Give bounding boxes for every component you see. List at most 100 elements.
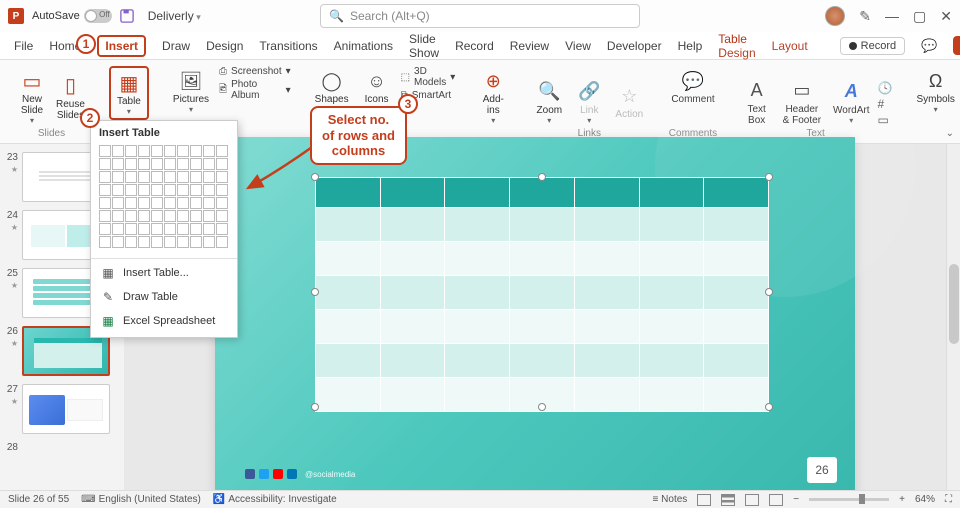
grid-cell[interactable]	[177, 184, 189, 196]
grid-cell[interactable]	[99, 145, 111, 157]
grid-cell[interactable]	[190, 158, 202, 170]
grid-cell[interactable]	[177, 223, 189, 235]
tab-insert[interactable]: Insert	[97, 35, 146, 57]
selection-handle[interactable]	[765, 288, 773, 296]
reading-view-icon[interactable]	[745, 494, 759, 506]
grid-cell[interactable]	[216, 197, 228, 209]
grid-cell[interactable]	[164, 158, 176, 170]
autosave-toggle[interactable]	[84, 9, 112, 23]
grid-cell[interactable]	[190, 236, 202, 248]
tab-transitions[interactable]: Transitions	[259, 39, 317, 53]
grid-cell[interactable]	[151, 197, 163, 209]
link-button[interactable]: 🔗Link▾	[571, 77, 607, 127]
grid-cell[interactable]	[99, 171, 111, 183]
tab-record[interactable]: Record	[455, 39, 494, 53]
grid-cell[interactable]	[190, 184, 202, 196]
grid-cell[interactable]	[151, 184, 163, 196]
grid-cell[interactable]	[112, 197, 124, 209]
slide-indicator[interactable]: Slide 26 of 55	[8, 494, 69, 505]
grid-cell[interactable]	[216, 184, 228, 196]
thumbnail-27[interactable]	[22, 384, 110, 434]
normal-view-icon[interactable]	[697, 494, 711, 506]
tab-slideshow[interactable]: Slide Show	[409, 32, 439, 60]
tab-review[interactable]: Review	[510, 39, 549, 53]
grid-cell[interactable]	[112, 171, 124, 183]
grid-cell[interactable]	[190, 210, 202, 222]
grid-cell[interactable]	[190, 171, 202, 183]
symbols-button[interactable]: ΩSymbols▾	[912, 66, 958, 116]
grid-cell[interactable]	[216, 223, 228, 235]
grid-cell[interactable]	[138, 197, 150, 209]
grid-cell[interactable]	[151, 223, 163, 235]
selection-handle[interactable]	[538, 403, 546, 411]
zoom-in-button[interactable]: +	[899, 494, 905, 505]
grid-cell[interactable]	[125, 223, 137, 235]
grid-cell[interactable]	[138, 184, 150, 196]
grid-cell[interactable]	[164, 236, 176, 248]
table-button[interactable]: ▦Table▾	[109, 66, 149, 120]
minimize-button[interactable]: —	[885, 8, 899, 24]
slide-canvas[interactable]: 26 @socialmedia	[124, 144, 946, 490]
grid-cell[interactable]	[203, 171, 215, 183]
grid-cell[interactable]	[177, 210, 189, 222]
grid-cell[interactable]	[151, 171, 163, 183]
grid-cell[interactable]	[164, 184, 176, 196]
grid-cell[interactable]	[151, 158, 163, 170]
ribbon-collapse-button[interactable]: ⌄	[946, 128, 954, 139]
grid-cell[interactable]	[203, 158, 215, 170]
grid-cell[interactable]	[216, 158, 228, 170]
sorter-view-icon[interactable]	[721, 494, 735, 506]
grid-cell[interactable]	[216, 236, 228, 248]
excel-spreadsheet-item[interactable]: ▦Excel Spreadsheet	[91, 309, 237, 333]
slide-table[interactable]	[315, 177, 769, 412]
tab-file[interactable]: File	[14, 39, 33, 53]
fit-window-button[interactable]: ⛶	[945, 494, 952, 505]
grid-cell[interactable]	[190, 223, 202, 235]
grid-cell[interactable]	[125, 197, 137, 209]
grid-cell[interactable]	[203, 210, 215, 222]
tab-developer[interactable]: Developer	[607, 39, 662, 53]
grid-cell[interactable]	[125, 236, 137, 248]
grid-cell[interactable]	[164, 171, 176, 183]
grid-cell[interactable]	[151, 236, 163, 248]
maximize-button[interactable]: ▢	[913, 8, 926, 25]
table-size-grid[interactable]	[91, 143, 237, 256]
selection-handle[interactable]	[311, 173, 319, 181]
tab-help[interactable]: Help	[678, 39, 703, 53]
grid-cell[interactable]	[203, 145, 215, 157]
grid-cell[interactable]	[177, 236, 189, 248]
save-icon[interactable]	[120, 9, 134, 23]
grid-cell[interactable]	[177, 158, 189, 170]
grid-cell[interactable]	[177, 197, 189, 209]
3d-models-button[interactable]: ⬚3D Models▾	[401, 66, 456, 88]
search-input[interactable]: 🔍 Search (Alt+Q)	[320, 4, 640, 28]
grid-cell[interactable]	[203, 223, 215, 235]
draw-table-item[interactable]: ✎Draw Table	[91, 285, 237, 309]
tab-view[interactable]: View	[565, 39, 591, 53]
grid-cell[interactable]	[138, 145, 150, 157]
addins-button[interactable]: ⊕Add- ins▾	[475, 66, 511, 127]
new-slide-button[interactable]: ▭New Slide▾	[14, 66, 50, 127]
comments-icon[interactable]: 💬	[921, 38, 937, 54]
grid-cell[interactable]	[190, 145, 202, 157]
photo-album-button[interactable]: 🖻Photo Album▾	[219, 79, 291, 101]
selection-handle[interactable]	[765, 173, 773, 181]
autosave-control[interactable]: AutoSave	[32, 9, 112, 23]
grid-cell[interactable]	[125, 210, 137, 222]
grid-cell[interactable]	[112, 210, 124, 222]
close-button[interactable]: ✕	[940, 8, 952, 25]
grid-cell[interactable]	[125, 171, 137, 183]
grid-cell[interactable]	[112, 145, 124, 157]
grid-cell[interactable]	[203, 236, 215, 248]
selection-handle[interactable]	[538, 173, 546, 181]
vertical-scrollbar[interactable]	[946, 144, 960, 490]
grid-cell[interactable]	[138, 210, 150, 222]
zoom-button[interactable]: 🔍Zoom▾	[531, 77, 567, 127]
zoom-slider[interactable]	[809, 498, 889, 501]
zoom-level[interactable]: 64%	[915, 494, 935, 505]
grid-cell[interactable]	[138, 171, 150, 183]
grid-cell[interactable]	[216, 145, 228, 157]
selection-handle[interactable]	[765, 403, 773, 411]
insert-table-item[interactable]: ▦Insert Table...	[91, 261, 237, 285]
record-button[interactable]: Record	[840, 37, 905, 55]
